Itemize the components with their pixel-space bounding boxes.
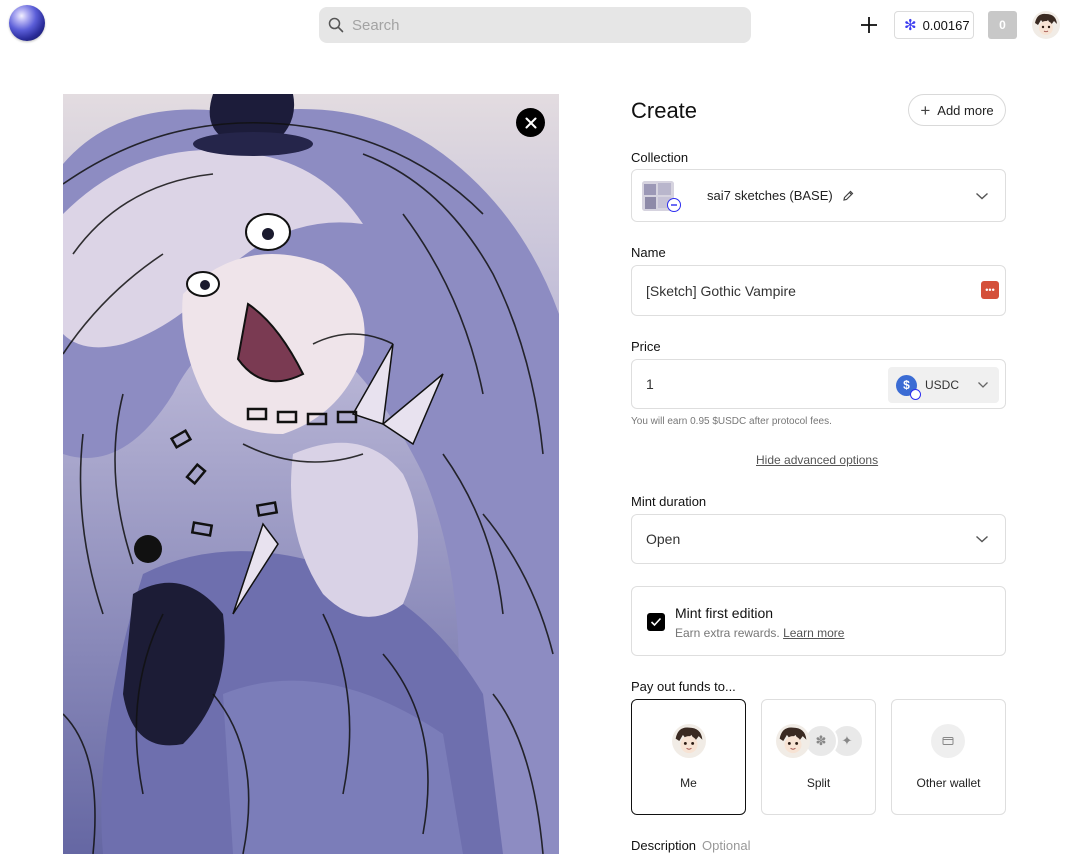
search-bar[interactable] (319, 7, 751, 43)
chevron-down-icon (976, 192, 988, 199)
app-logo[interactable] (9, 5, 45, 41)
close-icon (525, 117, 536, 128)
mint-duration-label: Mint duration (631, 494, 707, 509)
page-title: Create (631, 98, 698, 123)
price-label: Price (631, 339, 661, 354)
usdc-icon: $ (896, 374, 921, 400)
name-field[interactable]: ••• (631, 265, 1006, 316)
zora-asterisk-icon: ✻ (904, 17, 917, 34)
payout-option-me[interactable]: Me (631, 699, 746, 815)
price-field[interactable]: $ USDC (631, 359, 1006, 409)
optional-tag: Optional (702, 838, 751, 853)
currency-select[interactable]: $ USDC (888, 367, 999, 403)
checkmark-icon (650, 617, 662, 627)
fee-note: You will earn 0.95 $USDC after protocol … (631, 416, 832, 427)
chevron-down-icon (976, 535, 988, 543)
collection-name: sai7 sketches (BASE) (707, 188, 833, 203)
learn-more-link[interactable]: Learn more (783, 626, 844, 640)
add-more-label: Add more (937, 102, 994, 118)
search-icon (328, 17, 344, 33)
base-chain-icon (667, 198, 681, 212)
chevron-down-icon (978, 382, 988, 388)
notification-count-badge[interactable]: 0 (988, 11, 1017, 39)
price-input[interactable] (646, 376, 846, 392)
user-avatar (776, 724, 810, 758)
payout-option-label: Me (680, 776, 697, 790)
password-manager-icon[interactable]: ••• (981, 281, 999, 299)
balance-button[interactable]: ✻ 0.00167 (894, 11, 974, 39)
mint-first-edition-subtitle: Earn extra rewards. Learn more (675, 626, 844, 640)
currency-label: USDC (925, 378, 960, 392)
payout-label: Pay out funds to... (631, 679, 736, 694)
hide-advanced-options-link[interactable]: Hide advanced options (756, 453, 878, 467)
create-plus-button[interactable] (857, 13, 881, 37)
mint-first-edition-checkbox[interactable] (647, 613, 665, 631)
name-input[interactable] (646, 282, 966, 299)
mint-first-edition-title: Mint first edition (675, 605, 774, 621)
payout-option-label: Split (806, 776, 831, 790)
add-more-button[interactable]: + Add more (908, 94, 1006, 126)
plus-icon (861, 17, 877, 33)
payout-option-label: Other wallet (916, 776, 981, 790)
search-input[interactable] (352, 16, 732, 34)
payout-option-other-wallet[interactable]: Other wallet (891, 699, 1006, 815)
mint-duration-value: Open (646, 531, 681, 547)
remove-media-button[interactable] (516, 108, 545, 137)
pencil-icon[interactable] (842, 190, 854, 202)
mint-duration-select[interactable]: Open (631, 514, 1006, 564)
balance-value: 0.00167 (922, 17, 970, 33)
artwork-preview (63, 94, 559, 854)
description-label: Description Optional (631, 838, 750, 853)
user-avatar (672, 724, 706, 758)
payout-option-split[interactable]: ✦ ✽ Split (761, 699, 876, 815)
user-avatar[interactable] (1032, 11, 1060, 39)
mint-first-edition-card: Mint first edition Earn extra rewards. L… (631, 586, 1006, 656)
collection-label: Collection (631, 150, 689, 165)
wallet-icon (931, 724, 965, 758)
plus-icon: + (920, 100, 931, 120)
mint-first-edition-subtitle-text: Earn extra rewards. (675, 626, 780, 640)
collection-select[interactable]: sai7 sketches (BASE) (631, 169, 1006, 222)
description-label-text: Description (631, 838, 697, 853)
name-label: Name (631, 245, 666, 260)
